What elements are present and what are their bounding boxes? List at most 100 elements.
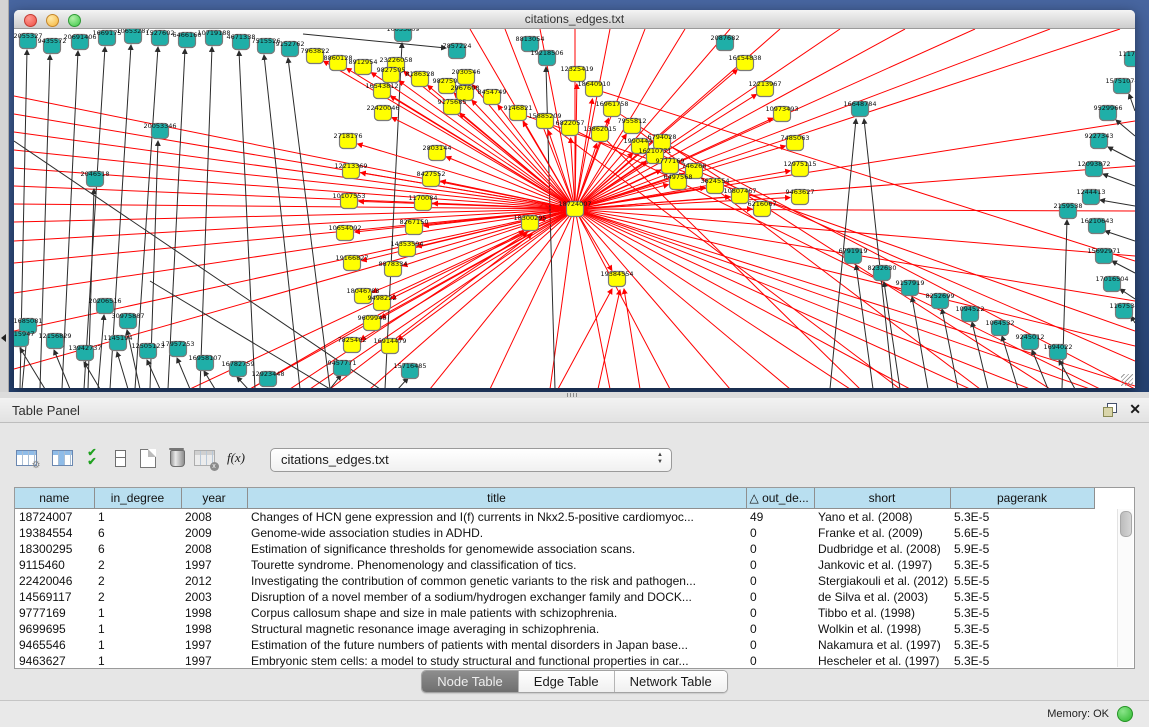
graph-node[interactable]: 16154838 [728, 54, 761, 71]
graph-node[interactable]: 9529966 [1094, 104, 1123, 121]
graph-node[interactable]: 8186328 [406, 70, 435, 87]
scrollbar-thumb[interactable] [1120, 511, 1132, 537]
cell-year[interactable]: 2008 [181, 541, 247, 557]
citation-edge[interactable] [147, 360, 160, 388]
graph-node[interactable]: 9463627 [786, 188, 815, 205]
cell-title[interactable]: Genome-wide association studies in ADHD. [247, 525, 746, 541]
graph-node[interactable]: 16033809 [386, 29, 419, 42]
table-options-button[interactable]: ⚙ [12, 444, 40, 472]
citation-edge[interactable] [912, 297, 928, 388]
table-row[interactable]: 1872400712008Changes of HCN gene express… [15, 509, 1094, 526]
cell-out_degree[interactable]: 0 [746, 589, 814, 605]
col-header-in-degree[interactable]: in_degree [94, 488, 181, 509]
graph-node[interactable]: 16961758 [595, 100, 628, 117]
select-columns-button[interactable]: ✔✔ [78, 444, 106, 472]
table-row[interactable]: 1830029562008Estimation of significance … [15, 541, 1094, 557]
show-columns-button[interactable] [48, 444, 76, 472]
citation-edge[interactable] [598, 290, 620, 388]
cell-in_degree[interactable]: 2 [94, 573, 181, 589]
citation-edge[interactable] [239, 51, 255, 388]
citation-edge[interactable] [303, 34, 446, 48]
graph-node[interactable]: 7857224 [443, 42, 472, 59]
cell-out_degree[interactable]: 49 [746, 509, 814, 526]
graph-node[interactable]: 2087682 [711, 34, 740, 51]
citation-edge[interactable] [1100, 200, 1135, 206]
citation-edge[interactable] [14, 209, 575, 222]
cell-in_degree[interactable]: 6 [94, 541, 181, 557]
col-header-pagerank[interactable]: pagerank [950, 488, 1094, 509]
cell-name[interactable]: 9463627 [15, 653, 94, 669]
graph-node[interactable]: 1527602 [146, 29, 175, 46]
cell-short[interactable]: Nakamura et al. (1997) [814, 637, 950, 653]
cell-short[interactable]: Yano et al. (2008) [814, 509, 950, 526]
cell-name[interactable]: 9465546 [15, 637, 94, 653]
graph-node[interactable]: 2803144 [423, 144, 452, 161]
graph-node[interactable]: 1094522 [956, 305, 985, 322]
col-header-short[interactable]: short [814, 488, 950, 509]
citation-edge[interactable] [884, 282, 900, 388]
citation-edge[interactable] [1062, 220, 1067, 388]
cell-out_degree[interactable]: 0 [746, 541, 814, 557]
cell-out_degree[interactable]: 0 [746, 621, 814, 637]
cell-name[interactable]: 9777169 [15, 605, 94, 621]
citation-edge[interactable] [518, 113, 1135, 331]
graph-node[interactable]: 9457771 [328, 359, 357, 376]
graph-node[interactable]: 8252699 [926, 292, 955, 309]
network-canvas[interactable]: 2055327943557220691406166917510653287152… [14, 29, 1135, 388]
citation-edge[interactable] [177, 358, 190, 388]
graph-node[interactable]: 16782759 [221, 360, 254, 377]
cell-short[interactable]: Wolkin et al. (1998) [814, 621, 950, 637]
cell-year[interactable]: 1998 [181, 605, 247, 621]
citation-edge[interactable] [1103, 174, 1135, 186]
graph-node[interactable]: 9498222 [368, 294, 397, 311]
graph-node[interactable]: 12923448 [251, 370, 284, 387]
function-builder-button[interactable]: f(x) [222, 444, 250, 472]
table-row[interactable]: 2242004622012Investigating the contribut… [15, 573, 1094, 589]
cell-name[interactable]: 14569117 [15, 589, 94, 605]
citation-edge[interactable] [14, 209, 575, 293]
tab-node-table[interactable]: Node Table [422, 671, 518, 692]
cell-short[interactable]: Dudbridge et al. (2008) [814, 541, 950, 557]
citation-edge[interactable] [575, 29, 1120, 209]
citation-edge[interactable] [1002, 336, 1018, 388]
cell-pagerank[interactable]: 5.3E-5 [950, 621, 1094, 637]
cell-pagerank[interactable]: 5.3E-5 [950, 589, 1094, 605]
citation-edge[interactable] [575, 209, 1135, 346]
cell-pagerank[interactable]: 5.9E-5 [950, 541, 1094, 557]
citation-edge[interactable] [1120, 289, 1135, 299]
delete-table-button[interactable]: x [190, 444, 218, 472]
table-row[interactable]: 1938455462009Genome-wide association stu… [15, 525, 1094, 541]
citation-edge[interactable] [1108, 147, 1135, 161]
network-window[interactable]: citations_edges.txt 20553279435572206914… [14, 10, 1135, 388]
graph-node[interactable]: 18640910 [577, 80, 610, 97]
network-window-titlebar[interactable]: citations_edges.txt [14, 10, 1135, 29]
cell-short[interactable]: Jankovic et al. (1997) [814, 557, 950, 573]
cell-pagerank[interactable]: 5.3E-5 [950, 605, 1094, 621]
graph-node[interactable]: 17016504 [1095, 275, 1128, 292]
table-vertical-scrollbar[interactable] [1117, 509, 1133, 667]
cell-out_degree[interactable]: 0 [746, 653, 814, 669]
memory-status-indicator[interactable] [1117, 706, 1133, 722]
cell-pagerank[interactable]: 5.3E-5 [950, 557, 1094, 573]
table-row[interactable]: 977716911998Corpus callosum shape and si… [15, 605, 1094, 621]
citation-edge[interactable] [624, 289, 640, 388]
graph-node[interactable]: 7825402 [338, 336, 367, 353]
graph-node[interactable]: 6216067 [748, 200, 777, 217]
tab-edge-table[interactable]: Edge Table [518, 671, 614, 692]
cell-in_degree[interactable]: 2 [94, 589, 181, 605]
citation-edge[interactable] [204, 371, 215, 388]
tab-network-table[interactable]: Network Table [614, 671, 727, 692]
graph-node[interactable]: 9435572 [38, 37, 67, 54]
graph-node[interactable]: 9827505 [377, 66, 406, 83]
citation-edge[interactable] [1105, 231, 1135, 241]
table-row[interactable]: 1456911722003Disruption of a novel membe… [15, 589, 1094, 605]
table-row[interactable]: 969969511998Structural magnetic resonanc… [15, 621, 1094, 637]
citation-edge[interactable] [600, 134, 860, 388]
citation-edge[interactable] [575, 209, 970, 388]
delete-attributes-button[interactable] [163, 444, 191, 472]
graph-node[interactable]: 19384554 [600, 270, 633, 287]
citation-edge[interactable] [942, 309, 958, 388]
col-header-out-degree-sorted[interactable]: △ out_de... [746, 488, 814, 509]
cell-title[interactable]: Estimation of significance thresholds fo… [247, 541, 746, 557]
graph-node[interactable]: 2718176 [334, 132, 363, 149]
